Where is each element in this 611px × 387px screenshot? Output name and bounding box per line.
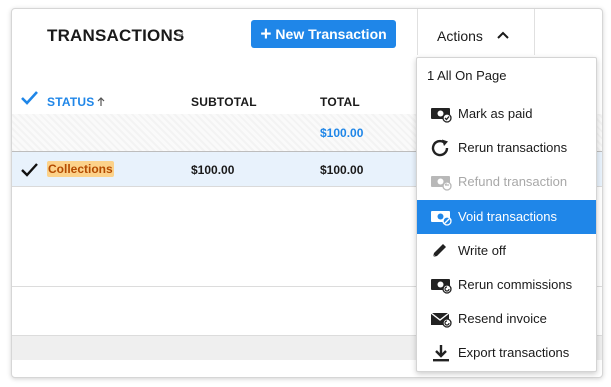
envelope-resend-icon (430, 312, 452, 328)
menu-item-label: Refund transaction (458, 174, 568, 189)
column-header-subtotal[interactable]: SUBTOTAL (191, 95, 257, 109)
menu-item-label: Rerun commissions (458, 277, 573, 292)
menu-item-label: Write off (458, 243, 506, 258)
cash-refund-icon (431, 176, 452, 191)
menu-selection-count: 1 All On Page (427, 68, 507, 83)
actions-label: Actions (437, 28, 483, 44)
download-icon (433, 345, 449, 362)
new-transaction-button[interactable]: + New Transaction (251, 20, 396, 48)
menu-item-rerun-commissions[interactable]: Rerun commissions (417, 268, 596, 302)
sort-ascending-icon (97, 97, 105, 106)
summary-total-value: $100.00 (320, 126, 364, 140)
select-all-checkbox[interactable] (20, 89, 40, 107)
cash-check-icon (431, 108, 452, 123)
column-header-total[interactable]: TOTAL (320, 95, 360, 109)
menu-item-refund-transaction[interactable]: Refund transaction (417, 165, 596, 199)
page-title: TRANSACTIONS (47, 26, 185, 45)
panel-header: TRANSACTIONS + New Transaction Actions (12, 9, 602, 63)
menu-item-label: Resend invoice (458, 311, 547, 326)
column-header-status[interactable]: STATUS (47, 95, 94, 109)
menu-item-label: Rerun transactions (458, 140, 568, 155)
menu-item-label: Export transactions (458, 345, 570, 360)
actions-menu: 1 All On Page Mark as paid Rerun transac… (416, 57, 597, 372)
plus-icon: + (260, 23, 272, 45)
menu-item-resend-invoice[interactable]: Resend invoice (417, 302, 596, 336)
total-cell: $100.00 (320, 163, 364, 177)
menu-item-write-off[interactable]: Write off (417, 234, 596, 268)
cash-void-icon (431, 211, 452, 226)
chevron-down-icon[interactable] (174, 29, 186, 41)
menu-item-export-transactions[interactable]: Export transactions (417, 336, 596, 370)
chevron-up-icon (497, 31, 509, 39)
menu-item-void-transactions[interactable]: Void transactions (417, 200, 596, 234)
menu-item-mark-as-paid[interactable]: Mark as paid (417, 97, 596, 131)
pencil-icon (432, 244, 446, 258)
status-badge: Collections (47, 161, 114, 177)
row-checkbox[interactable] (20, 161, 40, 179)
new-transaction-label: New Transaction (275, 26, 387, 42)
refresh-icon (431, 139, 449, 157)
subtotal-cell: $100.00 (191, 163, 235, 177)
cash-refresh-icon (431, 279, 452, 294)
menu-item-rerun-transactions[interactable]: Rerun transactions (417, 131, 596, 165)
menu-item-label: Mark as paid (458, 106, 533, 121)
menu-item-label: Void transactions (458, 209, 558, 224)
actions-dropdown-button[interactable]: Actions (417, 9, 535, 55)
